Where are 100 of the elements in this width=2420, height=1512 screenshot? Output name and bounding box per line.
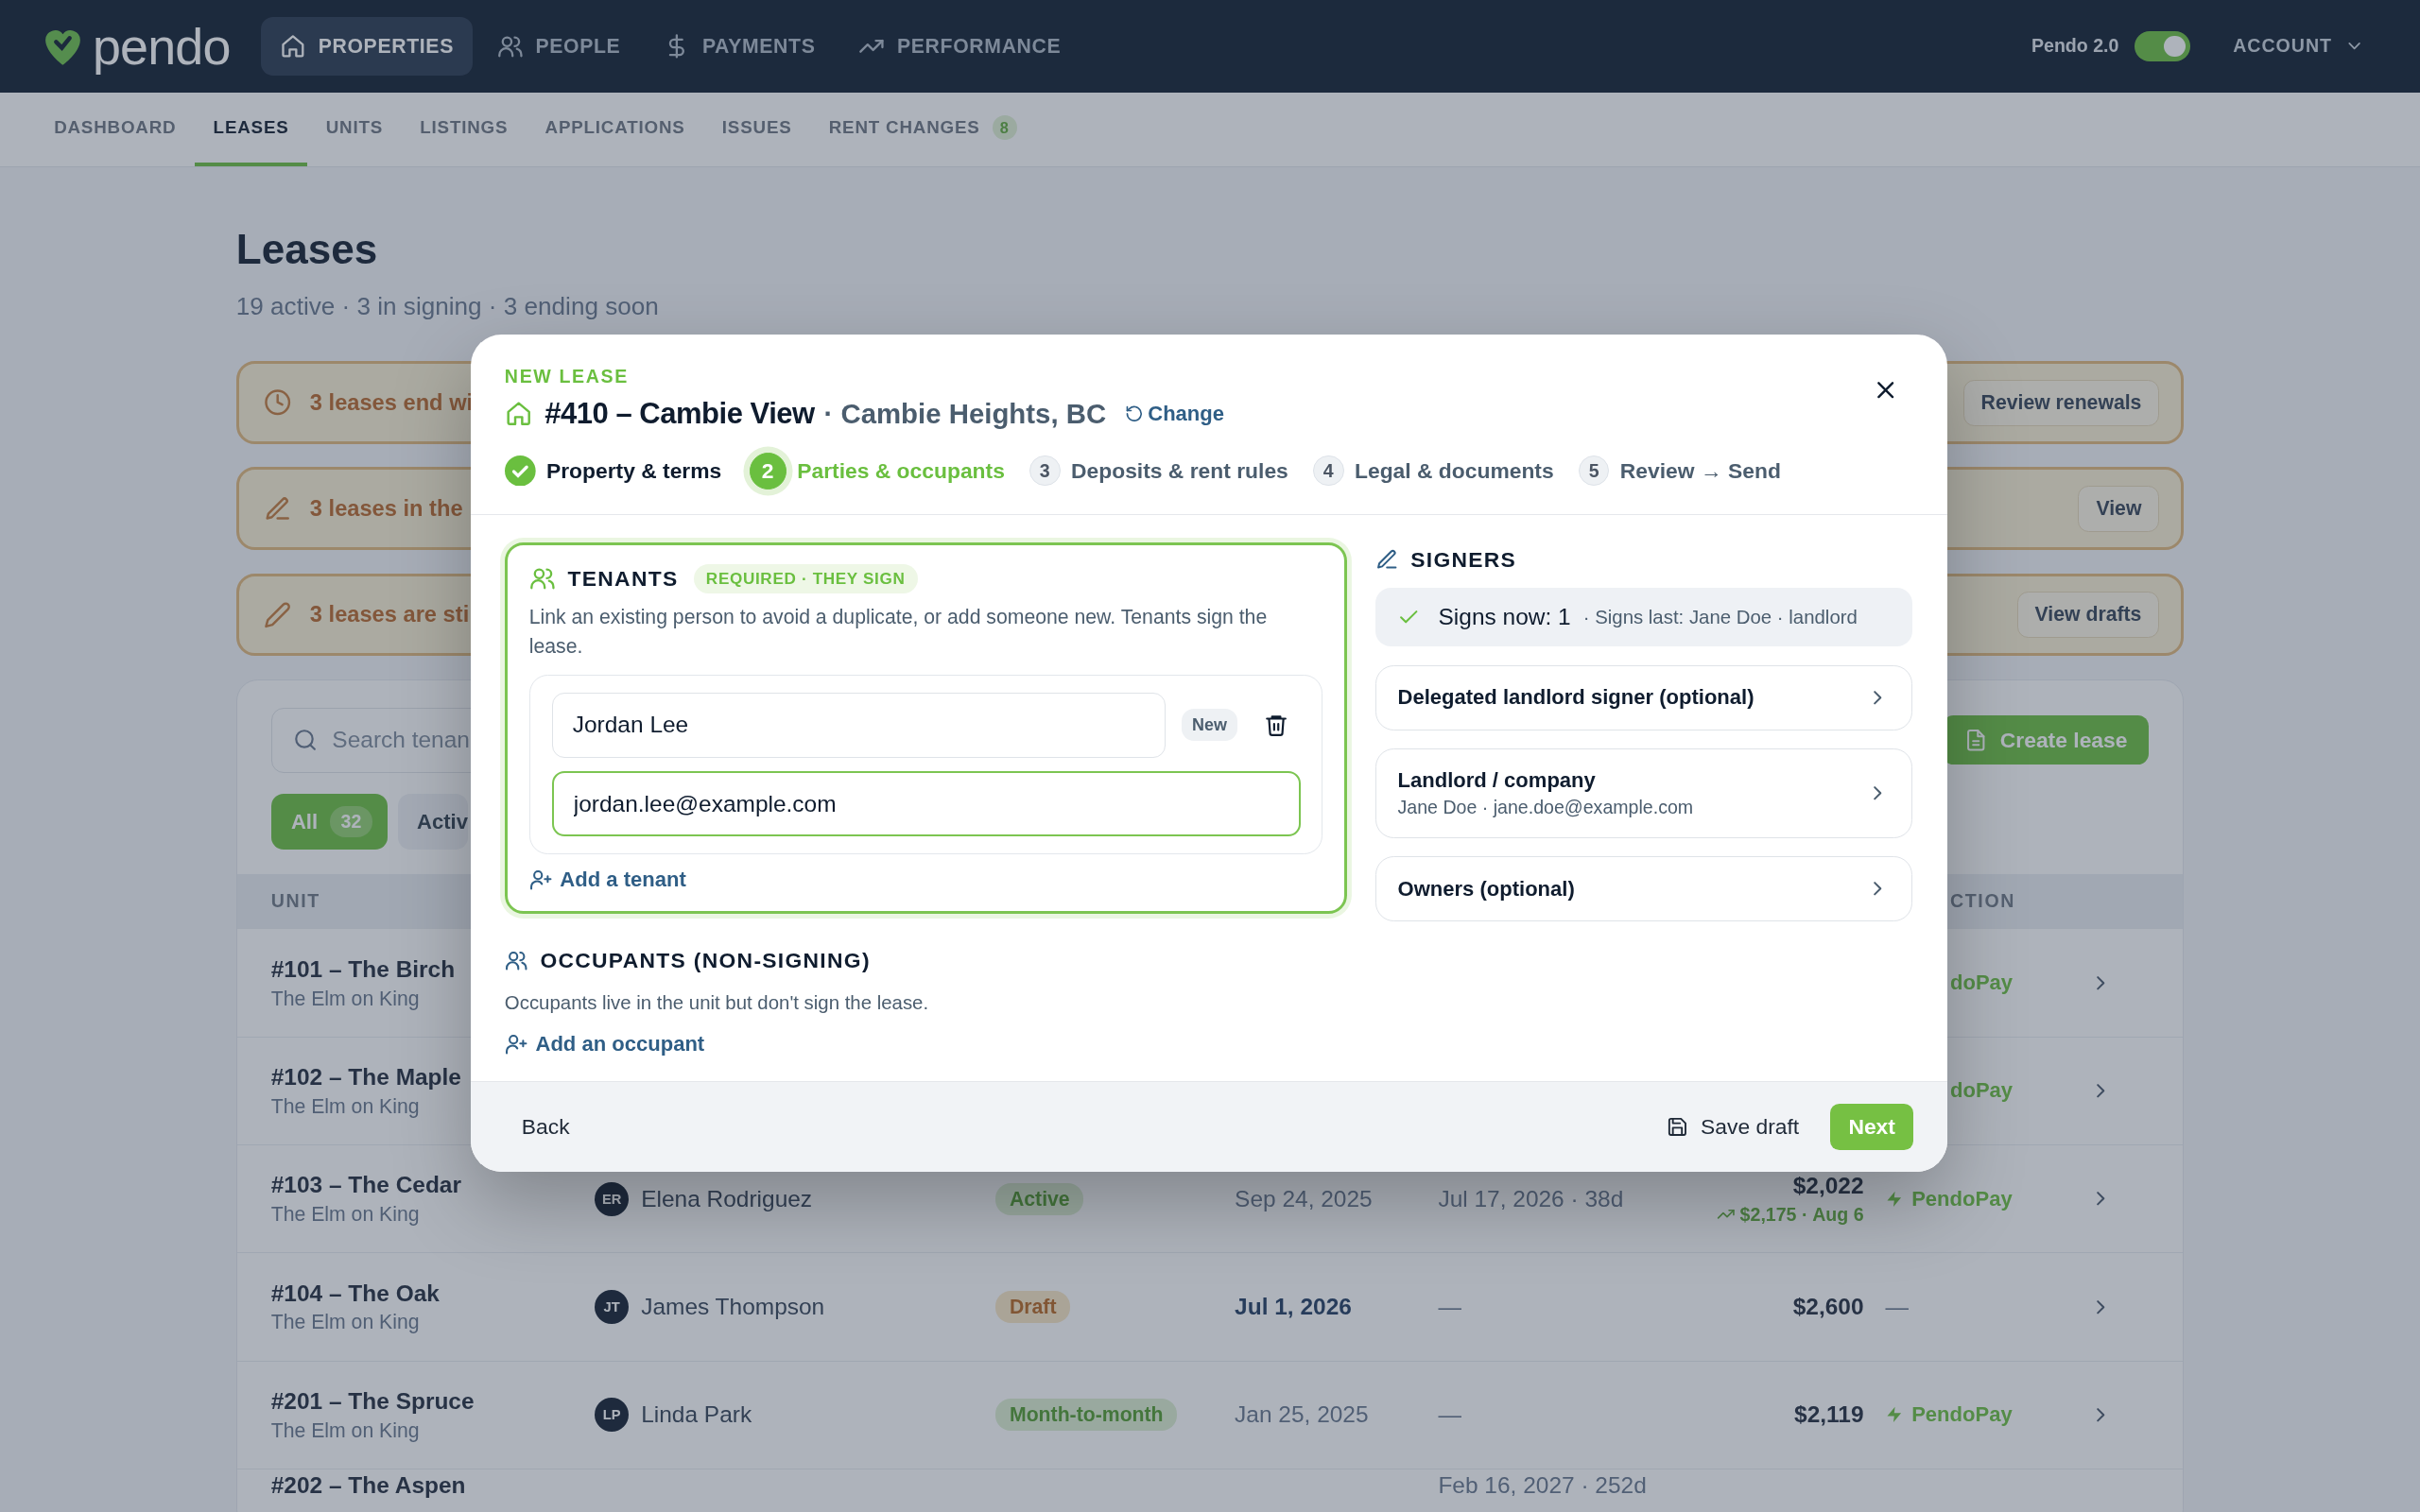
dialog-eyebrow: NEW LEASE (504, 365, 630, 387)
payment-method: doPay (1948, 971, 2014, 996)
sub-nav-tab[interactable]: RENT CHANGES 8 (810, 92, 1036, 167)
section-title: TENANTS (567, 565, 679, 592)
clock-icon (263, 388, 292, 417)
status-badge: Active (995, 1182, 1084, 1215)
wizard-step[interactable]: 3 Deposits & rent rules (1029, 452, 1288, 490)
wizard-step[interactable]: 5 Review → Send (1578, 452, 1781, 490)
start-date: Jan 25, 2025 (1235, 1401, 1369, 1429)
wizard-step[interactable]: Property & terms (504, 452, 722, 490)
alert-text: 3 leases in the (309, 495, 463, 522)
column-header: UNIT (270, 890, 320, 913)
signer-row[interactable]: Delegated landlord signer (optional) (1374, 665, 1912, 730)
end-date: — (1438, 1401, 1461, 1429)
new-badge: New (1181, 709, 1238, 742)
home-icon (504, 400, 533, 428)
section-description: Link an existing person to avoid a duplicate, or add someone new. Tenants sign the lease. (528, 605, 1269, 660)
signs-now: Signs now: 1 (1438, 604, 1571, 631)
pen-icon (263, 494, 292, 523)
alert-button[interactable]: View (2078, 485, 2160, 532)
pencil-icon (263, 600, 292, 629)
check-icon (504, 455, 536, 487)
wizard-step[interactable]: 4 Legal & documents (1312, 452, 1554, 490)
rent-change: $2,175 · Aug 6 (1739, 1203, 1864, 1226)
section-description: Occupants live in the unit but don't sign the lease. (504, 991, 930, 1016)
end-date: — (1438, 1293, 1461, 1320)
sub-nav-tab[interactable]: LISTINGS (401, 92, 527, 167)
sub-nav-tab[interactable]: LEASES (195, 92, 308, 167)
rent-amount: $2,022 (1792, 1172, 1864, 1199)
nav-tab[interactable]: PAYMENTS (645, 16, 835, 76)
change-link[interactable]: Change (1124, 401, 1224, 426)
nav-tab[interactable]: PERFORMANCE (839, 16, 1080, 76)
page-subtitle: 19 active · 3 in signing · 3 ending soon (235, 291, 660, 321)
save-icon (1667, 1116, 1688, 1138)
end-date: Jul 17, 2026 · 38d (1438, 1185, 1624, 1212)
unit-name: #104 – The Oak (270, 1280, 440, 1307)
add-person-icon (504, 1032, 528, 1057)
version-label: Pendo 2.0 (2031, 35, 2119, 58)
signer-title: Owners (optional) (1397, 876, 1576, 902)
section-title: OCCUPANTS (NON-SIGNING) (540, 947, 871, 973)
signer-detail: Jane Doe · jane.doe@example.com (1397, 797, 1695, 819)
rent-amount: $2,119 (1794, 1401, 1864, 1429)
save-draft-button[interactable]: Save draft (1667, 1113, 1800, 1140)
people-icon (504, 949, 528, 972)
count-badge: 8 (992, 115, 1017, 140)
start-date: Jul 1, 2026 (1235, 1293, 1352, 1320)
avatar: ER (595, 1181, 630, 1216)
version-toggle[interactable] (2134, 30, 2190, 62)
avatar: JT (595, 1290, 630, 1324)
start-date: Sep 24, 2025 (1235, 1185, 1373, 1212)
unit-name: #103 – The Cedar (270, 1172, 461, 1199)
logo-text: pendo (92, 16, 231, 76)
dialog-title: #410 – Cambie View (544, 396, 815, 431)
alert-button[interactable]: Review renewals (1962, 379, 2160, 426)
tenant-name: Elena Rodriguez (641, 1185, 813, 1212)
sub-nav-tab[interactable]: APPLICATIONS (526, 92, 704, 167)
payment-method: doPay (1948, 1078, 2014, 1104)
nav-tab[interactable]: PROPERTIES (261, 16, 473, 76)
people-icon (496, 33, 524, 60)
step-number: 3 (1029, 455, 1061, 487)
signer-row[interactable]: Owners (optional) (1374, 856, 1912, 921)
signer-title: Delegated landlord signer (optional) (1397, 685, 1755, 711)
sub-nav-tab[interactable]: UNITS (307, 92, 402, 167)
tenant-name: James Thompson (641, 1293, 825, 1320)
signs-last: · Signs last: Jane Doe · landlord (1582, 606, 1858, 628)
add-occupant-link[interactable]: Add an occupant (504, 1031, 705, 1057)
add-tenant-link[interactable]: Add a tenant (528, 868, 686, 893)
property-location: · Cambie Heights, BC (823, 397, 1107, 430)
status-badge: Month-to-month (995, 1399, 1178, 1432)
sub-nav-tab[interactable]: ISSUES (703, 92, 811, 167)
alert-button[interactable]: View drafts (2016, 591, 2160, 638)
back-button[interactable]: Back (504, 1101, 587, 1152)
filter-chip[interactable]: Activ (398, 794, 468, 850)
undo-icon (1124, 404, 1144, 423)
step-number: 5 (1578, 455, 1610, 487)
tenant-name: Linda Park (641, 1401, 752, 1429)
property-name: The Elm on King (270, 1311, 420, 1334)
sub-nav-tab[interactable]: DASHBOARD (35, 92, 196, 167)
trash-icon (1264, 713, 1289, 738)
alert-text: 3 leases end wi (309, 389, 474, 416)
unit-name: #101 – The Birch (270, 955, 456, 983)
signer-row[interactable]: Landlord / company Jane Doe · jane.doe@example.com (1374, 748, 1912, 838)
column-header: CTION (1948, 890, 2016, 913)
property-name: The Elm on King (270, 987, 420, 1010)
home-icon (279, 33, 306, 60)
search-icon (292, 728, 318, 753)
account-menu[interactable]: ACCOUNT (2233, 35, 2365, 58)
avatar: LP (595, 1398, 630, 1433)
rent-amount: $2,600 (1792, 1293, 1864, 1320)
required-badge: REQUIRED · THEY SIGN (693, 563, 918, 593)
signer-title: Landlord / company (1397, 767, 1597, 793)
nav-tab[interactable]: PEOPLE (478, 16, 639, 76)
property-name: The Elm on King (270, 1418, 420, 1442)
name-field[interactable]: Jordan Lee (551, 693, 1167, 758)
section-title: SIGNERS (1410, 547, 1517, 574)
payment-method: PendoPay (1911, 1186, 2013, 1211)
page-title: Leases (235, 226, 379, 274)
payment-method: PendoPay (1911, 1402, 2013, 1428)
status-badge: Draft (995, 1291, 1071, 1323)
email-field[interactable]: jordan.lee@example.com (551, 771, 1301, 836)
